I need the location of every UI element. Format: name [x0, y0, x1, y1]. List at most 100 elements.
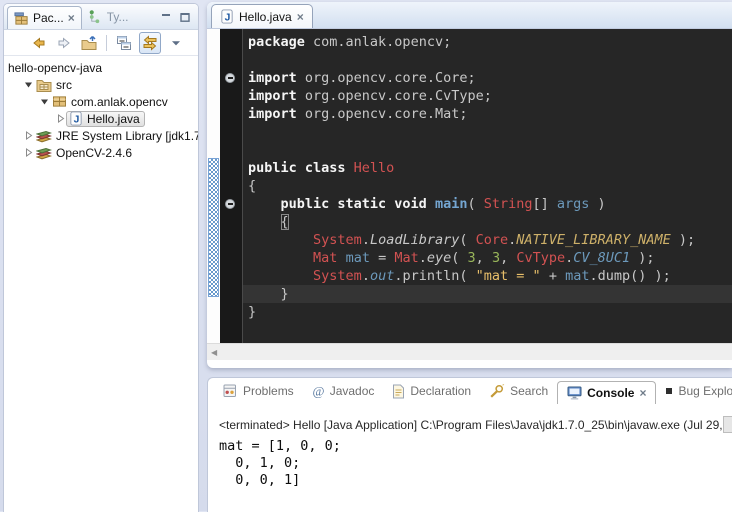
code-token: String — [484, 196, 533, 212]
bottom-tab-console[interactable]: Console× — [557, 381, 656, 404]
code-line-15[interactable]: } — [243, 285, 732, 303]
code-token: org.opencv.core.Mat; — [305, 106, 468, 122]
tree-item-hello.java[interactable]: J Hello.java — [4, 110, 198, 127]
code-token: eye — [427, 250, 451, 266]
close-icon[interactable]: × — [639, 388, 646, 398]
minimize-icon[interactable] — [160, 11, 172, 23]
view-menu-icon[interactable] — [166, 33, 186, 53]
bottom-tab-label: Declaration — [410, 384, 471, 398]
link-with-editor-icon[interactable] — [139, 32, 161, 54]
code-token: { — [281, 214, 289, 230]
console-output-line: 0, 0, 1] — [219, 472, 732, 489]
code-token — [248, 250, 313, 266]
code-line-7[interactable] — [248, 141, 732, 159]
java-file-icon: J — [220, 9, 234, 24]
code-line-4[interactable]: import org.opencv.core.CvType; — [248, 87, 732, 105]
code-line-14[interactable]: System.out.println( "mat = " + mat.dump(… — [248, 267, 732, 285]
source-folder-icon — [36, 78, 52, 92]
tree-item-content: J Hello.java — [66, 111, 145, 127]
view-tab-label: Pac... — [33, 11, 64, 25]
code-line-3[interactable]: import org.opencv.core.Core; — [248, 69, 732, 87]
tree-item-com.anlak.opencv[interactable]: com.anlak.opencv — [4, 93, 198, 110]
bottom-tab-label: Javadoc — [330, 384, 375, 398]
collapse-arrow-icon[interactable] — [22, 80, 34, 89]
close-icon[interactable]: × — [68, 13, 75, 23]
bottom-tab-search[interactable]: Search — [480, 384, 557, 398]
expand-arrow-icon[interactable] — [22, 131, 34, 140]
bottom-tabbar: Problems @Javadoc Declaration Search Console… — [208, 378, 732, 404]
bottom-tab-declaration[interactable]: Declaration — [383, 384, 480, 399]
code-token: 3 — [492, 250, 500, 266]
code-token: { — [248, 178, 256, 194]
forward-icon[interactable] — [54, 33, 74, 53]
view-tab-pac[interactable]: Pac... × — [7, 6, 82, 29]
bottom-tab-problems[interactable]: Problems — [214, 384, 303, 398]
code-token: ); — [671, 232, 695, 248]
tree-item-opencv-2.4.6[interactable]: OpenCV-2.4.6 — [4, 144, 198, 161]
code-token: } — [248, 286, 289, 302]
range-indicator — [208, 158, 219, 297]
expand-arrow-icon[interactable] — [22, 148, 34, 157]
close-icon[interactable]: × — [297, 12, 304, 22]
editor-panel: J Hello.java × package com.anlak.opencv;… — [207, 2, 732, 368]
code-area[interactable]: package com.anlak.opencv; import org.open… — [243, 29, 732, 343]
horizontal-scrollbar[interactable]: ◀ — [207, 343, 732, 360]
tree-item-label: Hello.java — [87, 112, 140, 126]
code-token: ( — [459, 232, 475, 248]
code-token: Mat — [313, 250, 337, 266]
tree-item-jre-system-library-jdk1.7.0[interactable]: JRE System Library [jdk1.7.0 — [4, 127, 198, 144]
code-line-6[interactable] — [248, 123, 732, 141]
tree-item-hello-opencv-java[interactable]: hello-opencv-java — [4, 59, 198, 76]
code-token: Core — [476, 232, 509, 248]
code-line-13[interactable]: Mat mat = Mat.eye( 3, 3, CvType.CV_8UC1 … — [248, 249, 732, 267]
back-icon[interactable] — [29, 33, 49, 53]
code-token: System — [313, 268, 362, 284]
code-line-16[interactable]: } — [248, 303, 732, 321]
code-line-1[interactable]: package com.anlak.opencv; — [248, 33, 732, 51]
code-token: System — [313, 232, 362, 248]
square-icon — [665, 387, 673, 395]
library-icon — [36, 146, 52, 160]
bottom-tab-label: Search — [510, 384, 548, 398]
bottom-tab-javadoc[interactable]: @Javadoc — [303, 384, 384, 398]
fold-collapse-icon[interactable] — [225, 73, 235, 83]
java-file-icon: J — [69, 111, 83, 126]
tree-item-label: com.anlak.opencv — [71, 95, 168, 109]
code-line-12[interactable]: System.LoadLibrary( Core.NATIVE_LIBRARY_… — [248, 231, 732, 249]
editor-tab-hello-java[interactable]: J Hello.java × — [211, 4, 313, 28]
fold-collapse-icon[interactable] — [225, 199, 235, 209]
view-tab-ty[interactable]: Ty... — [82, 4, 135, 29]
declaration-icon — [392, 384, 405, 399]
collapse-all-icon[interactable] — [114, 33, 134, 53]
code-line-10[interactable]: public static void main( String[] args ) — [248, 195, 732, 213]
code-token: dump — [598, 268, 631, 284]
code-token: println — [402, 268, 459, 284]
package-explorer-tabbar: Pac... × Ty... — [4, 4, 198, 30]
tree-item-content: OpenCV-2.4.6 — [34, 145, 136, 161]
tree-item-src[interactable]: src — [4, 76, 198, 93]
up-icon[interactable] — [79, 33, 99, 53]
tree-item-label: hello-opencv-java — [8, 61, 102, 75]
project-tree: hello-opencv-javasrc com.anlak.opencv J Hel… — [4, 56, 198, 161]
code-token: ( — [467, 196, 483, 212]
code-token: 3 — [468, 250, 476, 266]
console-output[interactable]: mat = [1, 0, 0; 0, 1, 0; 0, 0, 1] — [219, 438, 732, 489]
code-line-2[interactable] — [248, 51, 732, 69]
view-window-buttons — [160, 4, 198, 29]
scroll-left-icon[interactable]: ◀ — [211, 348, 217, 357]
maximize-icon[interactable] — [179, 11, 191, 23]
expand-arrow-icon[interactable] — [54, 114, 66, 123]
code-token: package — [248, 34, 313, 50]
collapse-arrow-icon[interactable] — [38, 97, 50, 106]
svg-text:J: J — [225, 12, 231, 23]
package-explorer-icon — [14, 11, 29, 26]
console-toolbar-fragment — [723, 416, 732, 433]
code-token: public class — [248, 160, 354, 176]
code-line-9[interactable]: { — [248, 177, 732, 195]
console-body: <terminated> Hello [Java Application] C:… — [208, 404, 732, 489]
code-line-11[interactable]: { — [248, 213, 732, 231]
code-line-8[interactable]: public class Hello — [248, 159, 732, 177]
code-line-5[interactable]: import org.opencv.core.Mat; — [248, 105, 732, 123]
bottom-tab-bug-explorer[interactable]: Bug Explorer — [656, 384, 732, 398]
bottom-tab-label: Problems — [243, 384, 294, 398]
